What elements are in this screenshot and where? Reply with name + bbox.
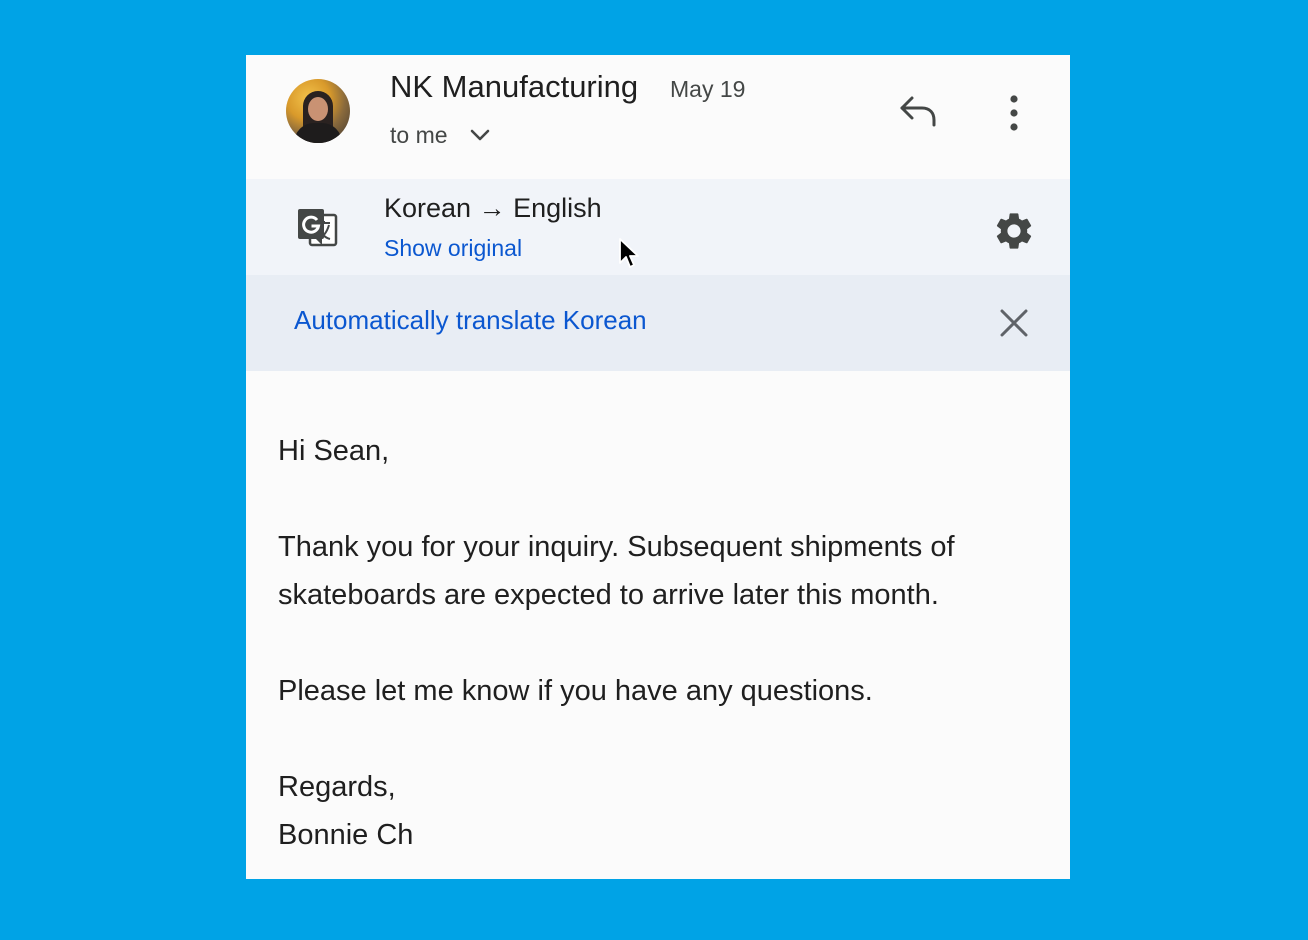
avatar-coat [294,123,342,143]
mouse-pointer-icon [619,238,639,268]
email-paragraph: Thank you for your inquiry. Subsequent s… [278,531,955,611]
email-card: NK Manufacturing May 19 to me Korean → E… [246,55,1070,879]
avatar-face [308,97,328,121]
auto-translate-bar: Automatically translate Korean [246,275,1070,371]
auto-translate-link[interactable]: Automatically translate Korean [294,305,647,336]
email-signature: Bonnie Ch [278,819,414,851]
chevron-down-icon[interactable] [468,123,492,147]
sender-avatar[interactable] [286,79,350,143]
target-language: English [513,193,602,223]
email-date: May 19 [670,76,746,102]
translation-bar: Korean → English Show original [246,179,1070,275]
email-paragraph: Please let me know if you have any quest… [278,675,873,707]
show-original-link[interactable]: Show original [384,235,522,262]
close-icon[interactable] [998,307,1030,339]
arrow-right-icon: → [478,193,506,223]
email-header: NK Manufacturing May 19 to me [246,55,1070,179]
more-vert-icon[interactable] [1002,93,1026,133]
sender-name[interactable]: NK Manufacturing [390,69,638,105]
reply-icon[interactable] [898,93,938,129]
gear-icon[interactable] [992,209,1036,253]
translation-language-pair: Korean → English [384,193,602,224]
email-closing: Regards, [278,771,396,803]
recipient-label[interactable]: to me [390,122,448,149]
google-translate-icon [298,209,338,247]
email-greeting: Hi Sean, [278,435,390,467]
source-language: Korean [384,193,472,223]
email-body: Hi Sean, Thank you for your inquiry. Sub… [278,427,1038,859]
